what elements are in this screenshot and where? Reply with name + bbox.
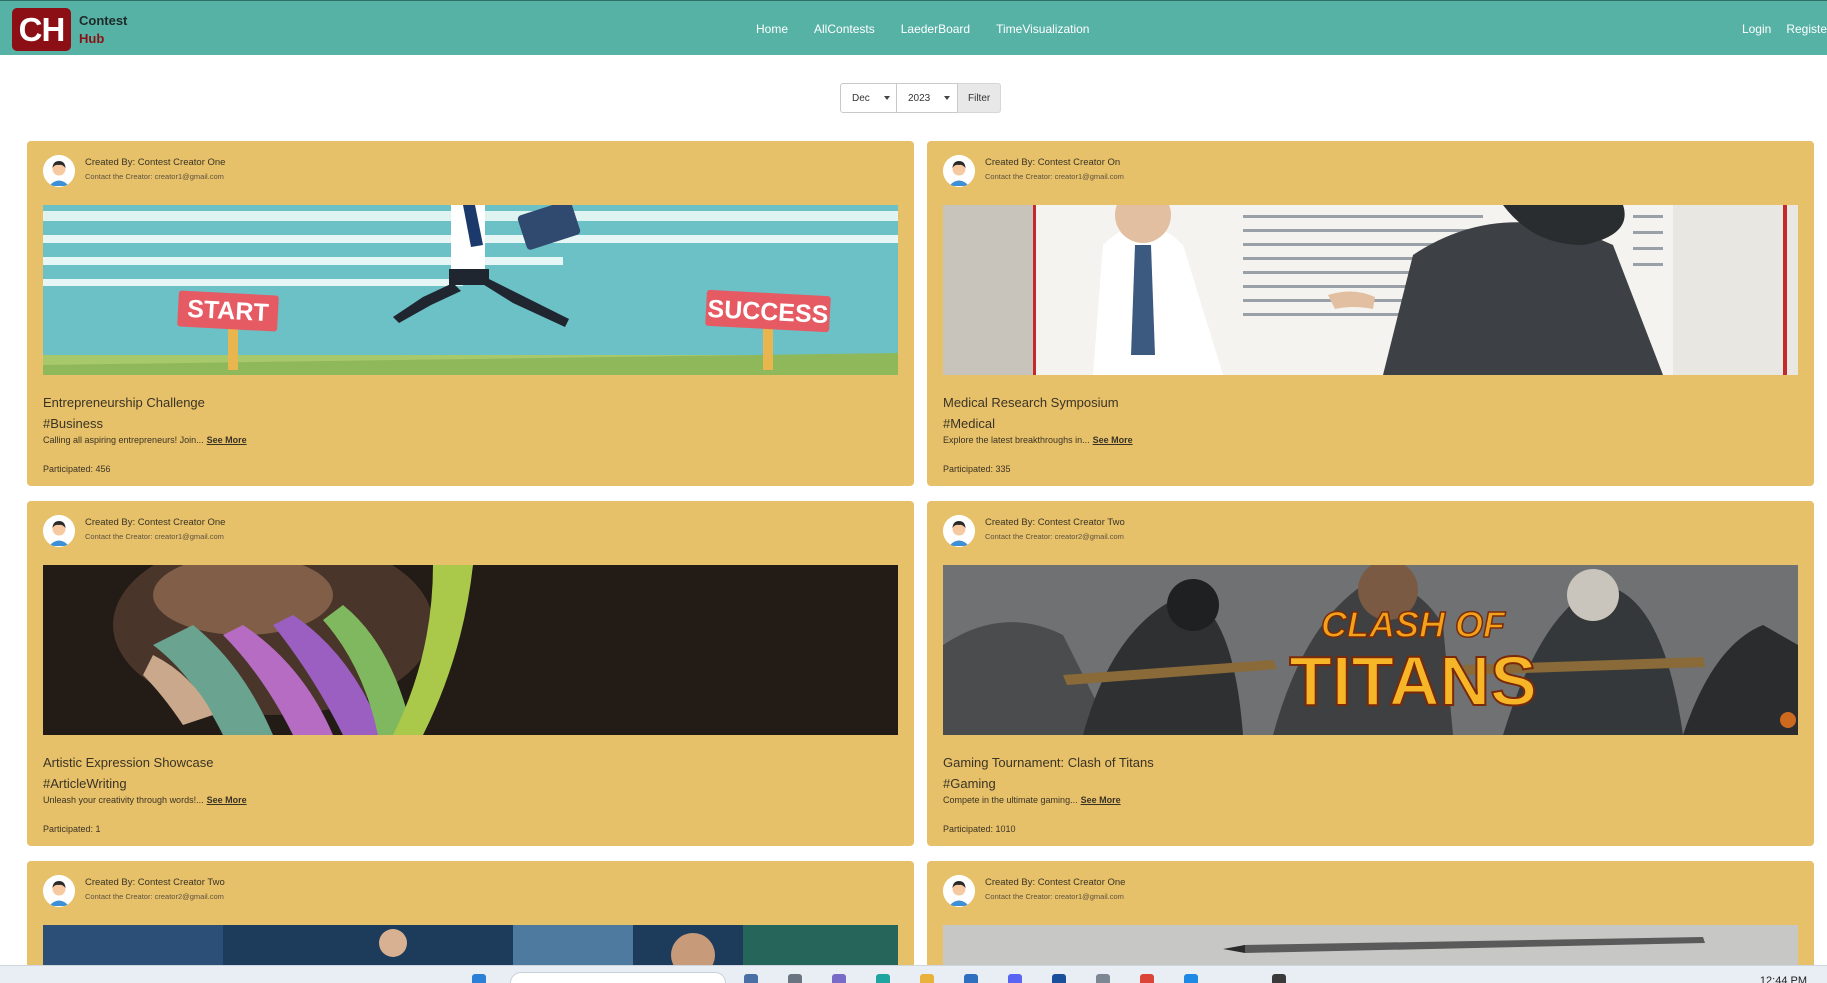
file-explorer-icon[interactable] (920, 974, 934, 983)
chevron-down-icon (883, 96, 890, 100)
see-more-link[interactable]: See More (207, 435, 247, 445)
contest-card: Created By: Contest Creator One Contact … (927, 861, 1814, 971)
contest-title[interactable]: Medical Research Symposium (943, 395, 1119, 410)
auth-links: Login Registe (1727, 1, 1827, 56)
see-more-link[interactable]: See More (1093, 435, 1133, 445)
contest-banner[interactable] (43, 565, 898, 735)
contest-card: Created By: Contest Creator Two Contact … (27, 861, 914, 971)
nav-all-contests[interactable]: AllContests (801, 22, 888, 36)
contest-banner[interactable] (943, 205, 1798, 375)
year-select[interactable]: 2023 (897, 83, 958, 113)
brand-line2: Hub (79, 31, 105, 46)
participation-count: Participated: 456 (43, 464, 111, 474)
contest-description: Calling all aspiring entrepreneurs! Join… (43, 435, 247, 445)
register-link[interactable]: Registe (1771, 22, 1827, 36)
filter-button[interactable]: Filter (958, 83, 1002, 113)
banner-label-titans: TITANS (1289, 642, 1537, 720)
vscode-icon[interactable] (1184, 974, 1198, 983)
creator-contact: Contact the Creator: creator1@gmail.com (85, 172, 224, 181)
description-text: Explore the latest breakthroughs in... (943, 435, 1090, 445)
contest-card: Created By: Contest Creator On Contact t… (927, 141, 1814, 486)
avatar (943, 515, 975, 547)
contest-description: Unleash your creativity through words!..… (43, 795, 247, 805)
see-more-link[interactable]: See More (1081, 795, 1121, 805)
contest-description: Compete in the ultimate gaming... See Mor… (943, 795, 1121, 805)
month-value: Dec (852, 92, 870, 104)
participation-count: Participated: 335 (943, 464, 1011, 474)
banner-label-clash: CLASH OF (1321, 604, 1506, 645)
contest-description: Explore the latest breakthroughs in... Se… (943, 435, 1133, 445)
nav-links: Home AllContests LaederBoard TimeVisuali… (743, 1, 1102, 56)
creator-contact: Contact the Creator: creator1@gmail.com (985, 172, 1124, 181)
nav-home[interactable]: Home (743, 22, 801, 36)
avatar (943, 155, 975, 187)
participation-count: Participated: 1 (43, 824, 101, 834)
participation-count: Participated: 1010 (943, 824, 1016, 834)
windows-start-icon[interactable] (472, 974, 486, 983)
description-text: Compete in the ultimate gaming... (943, 795, 1078, 805)
logo[interactable]: CH (12, 8, 71, 51)
contest-tag: #Medical (943, 416, 996, 431)
creator-name: Created By: Contest Creator One (85, 517, 226, 528)
os-taskbar: 12:44 PM (0, 965, 1827, 983)
see-more-link[interactable]: See More (207, 795, 247, 805)
contest-tag: #Business (43, 416, 103, 431)
date-filter: Dec 2023 Filter (840, 83, 1002, 113)
discord-icon[interactable] (1008, 974, 1022, 983)
taskbar-clock[interactable]: 12:44 PM (1760, 975, 1807, 983)
description-text: Unleash your creativity through words!..… (43, 795, 204, 805)
store-icon[interactable] (964, 974, 978, 983)
creator-contact: Contact the Creator: creator1@gmail.com (985, 892, 1124, 901)
contest-card: Created By: Contest Creator One Contact … (27, 501, 914, 846)
contest-tag: #Gaming (943, 776, 996, 791)
contest-title[interactable]: Gaming Tournament: Clash of Titans (943, 755, 1154, 770)
login-link[interactable]: Login (1727, 22, 1771, 36)
banner-label-start: START (187, 295, 270, 327)
top-navbar: CH Contest Hub Home AllContests LaederBo… (0, 0, 1827, 55)
avatar (43, 155, 75, 187)
app-icon[interactable] (1052, 974, 1066, 983)
chat-icon[interactable] (832, 974, 846, 983)
creator-name: Created By: Contest Creator On (985, 157, 1121, 168)
contest-banner[interactable]: CLASH OF TITANS (943, 565, 1798, 735)
description-text: Calling all aspiring entrepreneurs! Join… (43, 435, 204, 445)
creator-name: Created By: Contest Creator Two (85, 877, 225, 888)
widgets-icon[interactable] (788, 974, 802, 983)
nav-leaderboard[interactable]: LaederBoard (888, 22, 983, 36)
chevron-down-icon (944, 96, 951, 100)
creator-contact: Contact the Creator: creator1@gmail.com (85, 532, 224, 541)
creator-name: Created By: Contest Creator One (85, 157, 226, 168)
avatar (943, 875, 975, 907)
contest-title[interactable]: Artistic Expression Showcase (43, 755, 214, 770)
file-icon[interactable] (1096, 974, 1110, 983)
nav-time-visualization[interactable]: TimeVisualization (983, 22, 1102, 36)
year-value: 2023 (908, 92, 931, 104)
creator-contact: Contact the Creator: creator2@gmail.com (985, 532, 1124, 541)
creator-name: Created By: Contest Creator Two (985, 517, 1125, 528)
edge-browser-icon[interactable] (876, 974, 890, 983)
avatar (43, 875, 75, 907)
month-select[interactable]: Dec (840, 83, 897, 113)
avatar (43, 515, 75, 547)
terminal-icon[interactable] (1272, 974, 1286, 983)
brand-name[interactable]: Contest Hub (79, 12, 127, 48)
contest-card: Created By: Contest Creator Two Contact … (927, 501, 1814, 846)
chrome-icon[interactable] (1140, 974, 1154, 983)
contest-title[interactable]: Entrepreneurship Challenge (43, 395, 205, 410)
task-view-icon[interactable] (744, 974, 758, 983)
contest-banner[interactable]: START SUCCESS (43, 205, 898, 375)
brand-line1: Contest (79, 13, 128, 28)
creator-name: Created By: Contest Creator One (985, 877, 1126, 888)
contest-tag: #ArticleWriting (43, 776, 127, 791)
contest-card: Created By: Contest Creator One Contact … (27, 141, 914, 486)
taskbar-search[interactable] (510, 972, 726, 983)
creator-contact: Contact the Creator: creator2@gmail.com (85, 892, 224, 901)
